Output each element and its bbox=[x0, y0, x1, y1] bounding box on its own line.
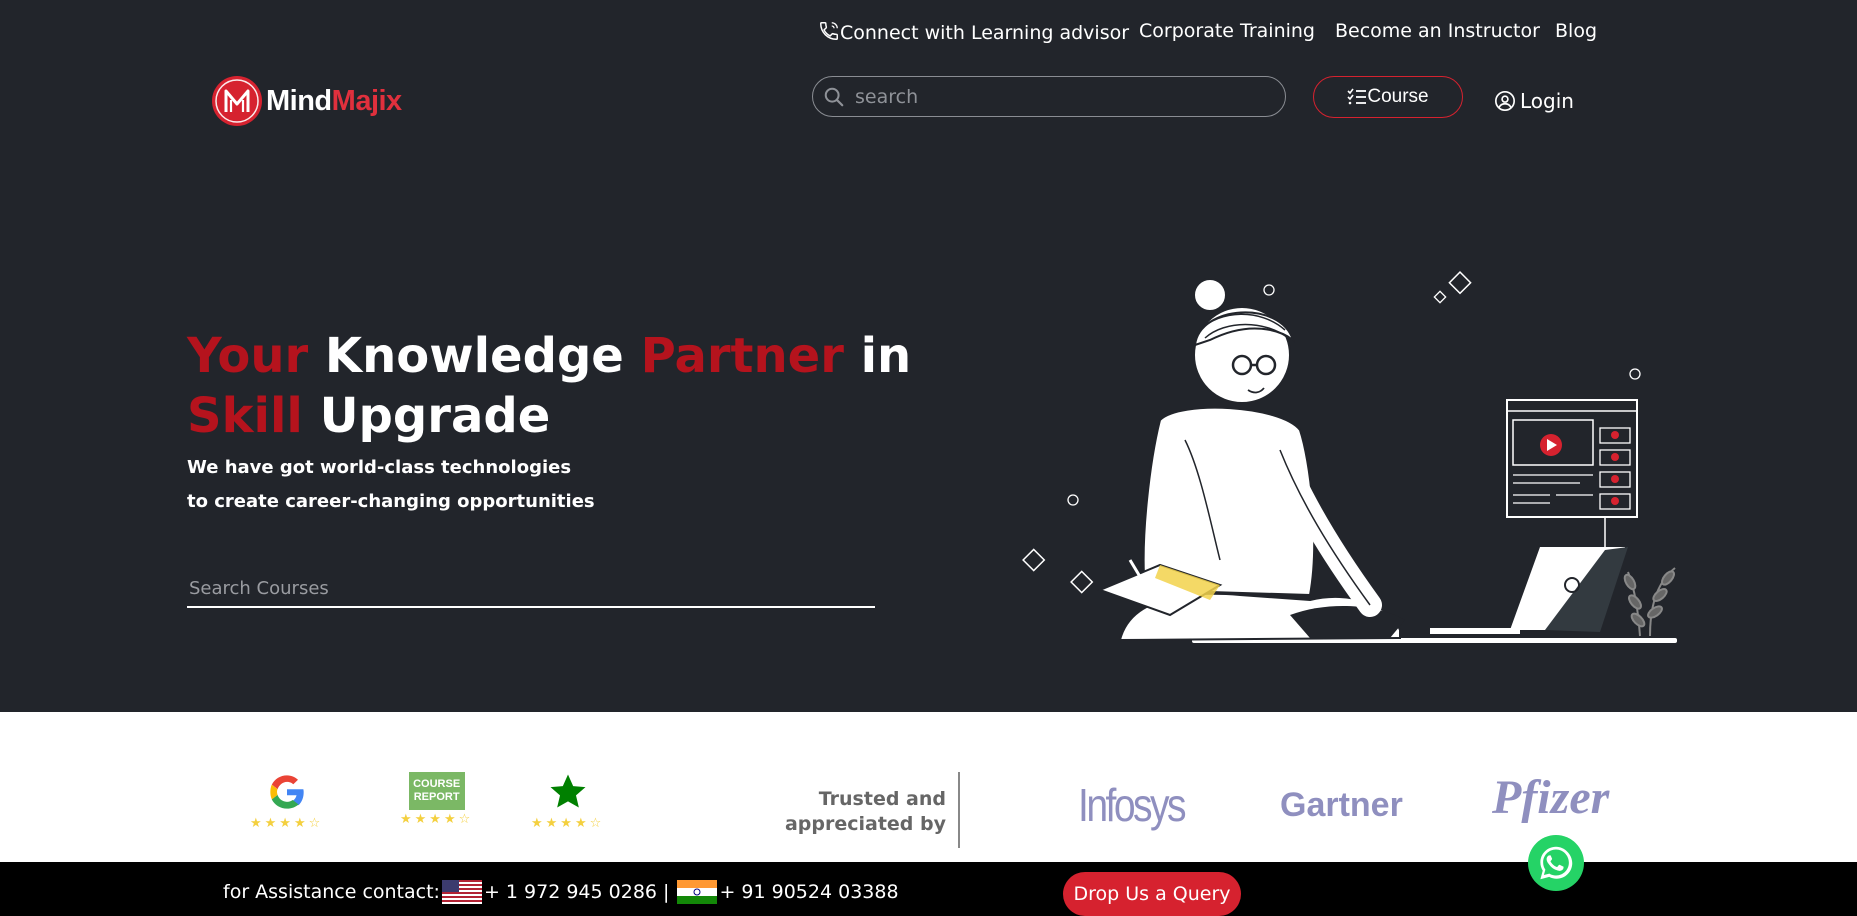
become-instructor-link[interactable]: Become an Instructor bbox=[1335, 20, 1540, 42]
hero-subtext-line1: We have got world-class technologies bbox=[187, 457, 572, 478]
logo-text: MindMajix bbox=[266, 85, 402, 118]
course-report-rating[interactable]: COURSE REPORT ★★★★☆ bbox=[400, 772, 473, 827]
top-nav: Connect with Learning advisor Corporate … bbox=[0, 18, 1857, 48]
pfizer-logo: Pfizer bbox=[1492, 771, 1610, 824]
headline-word-knowledge: Knowledge bbox=[324, 328, 624, 384]
headline-word-partner: Partner bbox=[640, 328, 844, 384]
course-report-icon: COURSE REPORT bbox=[408, 772, 465, 810]
drop-query-button[interactable]: Drop Us a Query bbox=[1063, 872, 1241, 916]
star-rating-stars: ★★★★☆ bbox=[531, 816, 605, 831]
hero-illustration bbox=[1022, 271, 1677, 643]
search-courses-input[interactable] bbox=[187, 578, 871, 599]
course-button[interactable]: Course bbox=[1313, 76, 1463, 118]
us-flag-icon bbox=[441, 880, 482, 904]
header-search-box[interactable] bbox=[812, 76, 1286, 117]
assist-label: for Assistance contact: bbox=[223, 881, 440, 903]
course-button-label: Course bbox=[1367, 86, 1429, 107]
checklist-icon bbox=[1347, 88, 1367, 105]
login-button[interactable]: Login bbox=[1494, 89, 1574, 113]
gartner-logo: Gartner bbox=[1280, 786, 1403, 824]
star-icon bbox=[550, 774, 586, 808]
user-circle-icon bbox=[1495, 91, 1515, 111]
corporate-training-link[interactable]: Corporate Training bbox=[1139, 20, 1315, 42]
blog-link[interactable]: Blog bbox=[1555, 20, 1597, 42]
hero-section: Connect with Learning advisor Corporate … bbox=[0, 0, 1857, 712]
trusted-divider bbox=[958, 772, 960, 848]
mindmajix-logo[interactable]: MindMajix bbox=[212, 76, 402, 126]
course-report-logo-text: COURSE REPORT bbox=[413, 778, 461, 803]
google-rating[interactable]: ★★★★☆ bbox=[250, 772, 323, 831]
hero-subtext-line2: to create career-changing opportunities bbox=[187, 491, 595, 512]
headline-word-your: Your bbox=[187, 328, 309, 384]
hero-headline: Your Knowledge Partner in Skill Upgrade bbox=[187, 326, 911, 446]
star-rating[interactable]: ★★★★☆ bbox=[531, 772, 604, 831]
logo-text-mind: Mind bbox=[266, 84, 332, 117]
logo-text-majix: Majix bbox=[331, 84, 403, 117]
google-icon bbox=[269, 775, 304, 809]
whatsapp-icon bbox=[1540, 846, 1573, 880]
google-stars: ★★★★☆ bbox=[250, 816, 324, 831]
connect-advisor-label: Connect with Learning advisor bbox=[840, 22, 1130, 44]
connect-advisor-link[interactable]: Connect with Learning advisor bbox=[818, 20, 1129, 44]
hero-course-search[interactable] bbox=[187, 578, 875, 608]
india-flag-icon bbox=[677, 880, 718, 904]
header-search-input[interactable] bbox=[853, 84, 1257, 109]
course-report-stars: ★★★★☆ bbox=[400, 812, 474, 827]
india-phone-number[interactable]: + 91 90524 03388 bbox=[719, 881, 898, 903]
trusted-line1: Trusted and bbox=[818, 788, 946, 810]
headline-word-in: in bbox=[860, 328, 912, 384]
infosys-logo: Infosys bbox=[1078, 779, 1187, 831]
trusted-line2: appreciated by bbox=[784, 813, 946, 835]
headline-word-upgrade: Upgrade bbox=[319, 388, 551, 444]
logo-mark-icon bbox=[212, 76, 262, 126]
trusted-text: Trusted and appreciated by bbox=[770, 787, 946, 837]
search-icon bbox=[824, 87, 844, 106]
login-label: Login bbox=[1520, 89, 1574, 113]
assistance-contact: for Assistance contact: + 1 972 945 0286… bbox=[223, 880, 899, 904]
whatsapp-button[interactable] bbox=[1528, 835, 1584, 891]
headline-word-skill: Skill bbox=[187, 388, 303, 444]
phone-icon bbox=[820, 22, 838, 40]
us-phone-number[interactable]: + 1 972 945 0286 | bbox=[484, 881, 670, 903]
